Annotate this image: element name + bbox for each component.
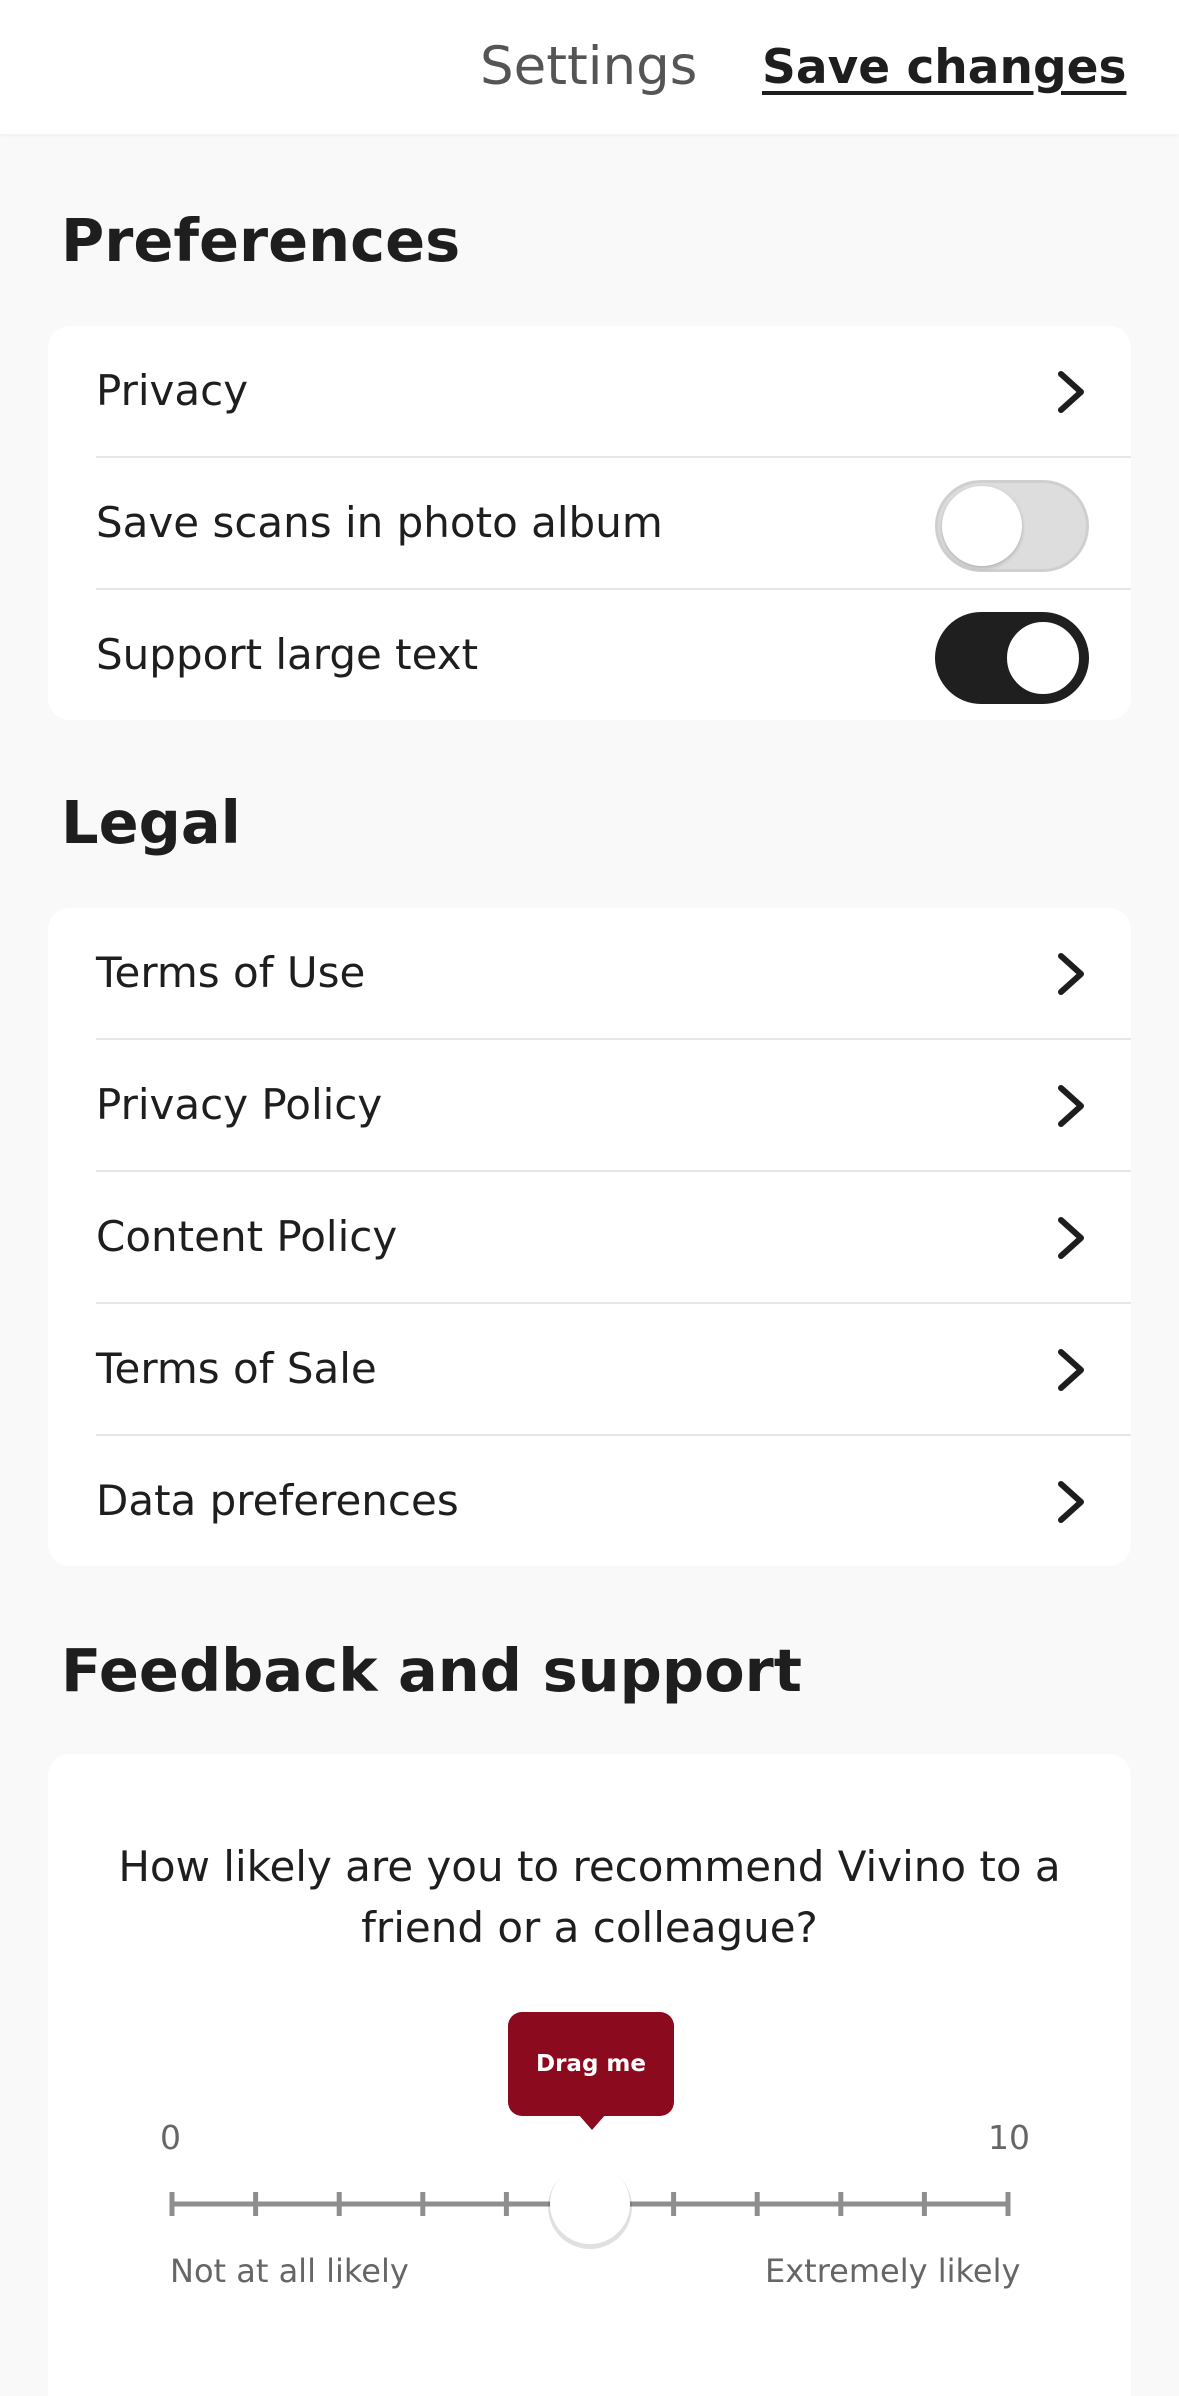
feedback-card: How likely are you to recommend Vivino t… [48,1754,1131,2396]
privacy-row[interactable]: Privacy [96,326,1131,458]
chevron-right-icon [1058,1085,1084,1127]
large-text-row: Support large text [96,590,1131,722]
legal-heading: Legal [61,788,241,857]
legal-card: Terms of Use Privacy Policy Content Poli… [48,908,1131,1566]
chevron-right-icon [1058,1349,1084,1391]
not-likely-label: Not at all likely [170,2252,409,2290]
data-preferences-row[interactable]: Data preferences [96,1436,1131,1568]
page-title: Settings [480,36,698,97]
content-policy-label: Content Policy [96,1212,398,1261]
large-text-label: Support large text [96,630,479,679]
privacy-label: Privacy [96,366,249,415]
content-policy-row[interactable]: Content Policy [96,1172,1131,1304]
privacy-policy-row[interactable]: Privacy Policy [96,1040,1131,1172]
terms-of-sale-label: Terms of Sale [96,1344,377,1393]
toggle-knob [1003,618,1083,698]
toggle-knob [942,486,1022,566]
save-scans-toggle[interactable] [935,480,1089,572]
chevron-right-icon [1058,1481,1084,1523]
chevron-right-icon [1058,1217,1084,1259]
feedback-heading: Feedback and support [61,1636,802,1705]
preferences-heading: Preferences [61,206,461,275]
top-bar: Settings Save changes [0,0,1179,134]
preferences-card: Privacy Save scans in photo album Suppor… [48,326,1131,720]
recommend-slider[interactable] [48,1754,1131,2396]
data-preferences-label: Data preferences [96,1476,459,1525]
save-scans-row: Save scans in photo album [96,458,1131,590]
terms-of-use-row[interactable]: Terms of Use [96,908,1131,1040]
chevron-right-icon [1058,953,1084,995]
save-changes-button[interactable]: Save changes [762,40,1126,95]
save-scans-label: Save scans in photo album [96,498,663,547]
slider-thumb[interactable] [550,2164,630,2244]
terms-of-sale-row[interactable]: Terms of Sale [96,1304,1131,1436]
privacy-policy-label: Privacy Policy [96,1080,383,1129]
terms-of-use-label: Terms of Use [96,948,366,997]
extremely-likely-label: Extremely likely [765,2252,1021,2290]
chevron-right-icon [1058,371,1084,413]
large-text-toggle[interactable] [935,612,1089,704]
